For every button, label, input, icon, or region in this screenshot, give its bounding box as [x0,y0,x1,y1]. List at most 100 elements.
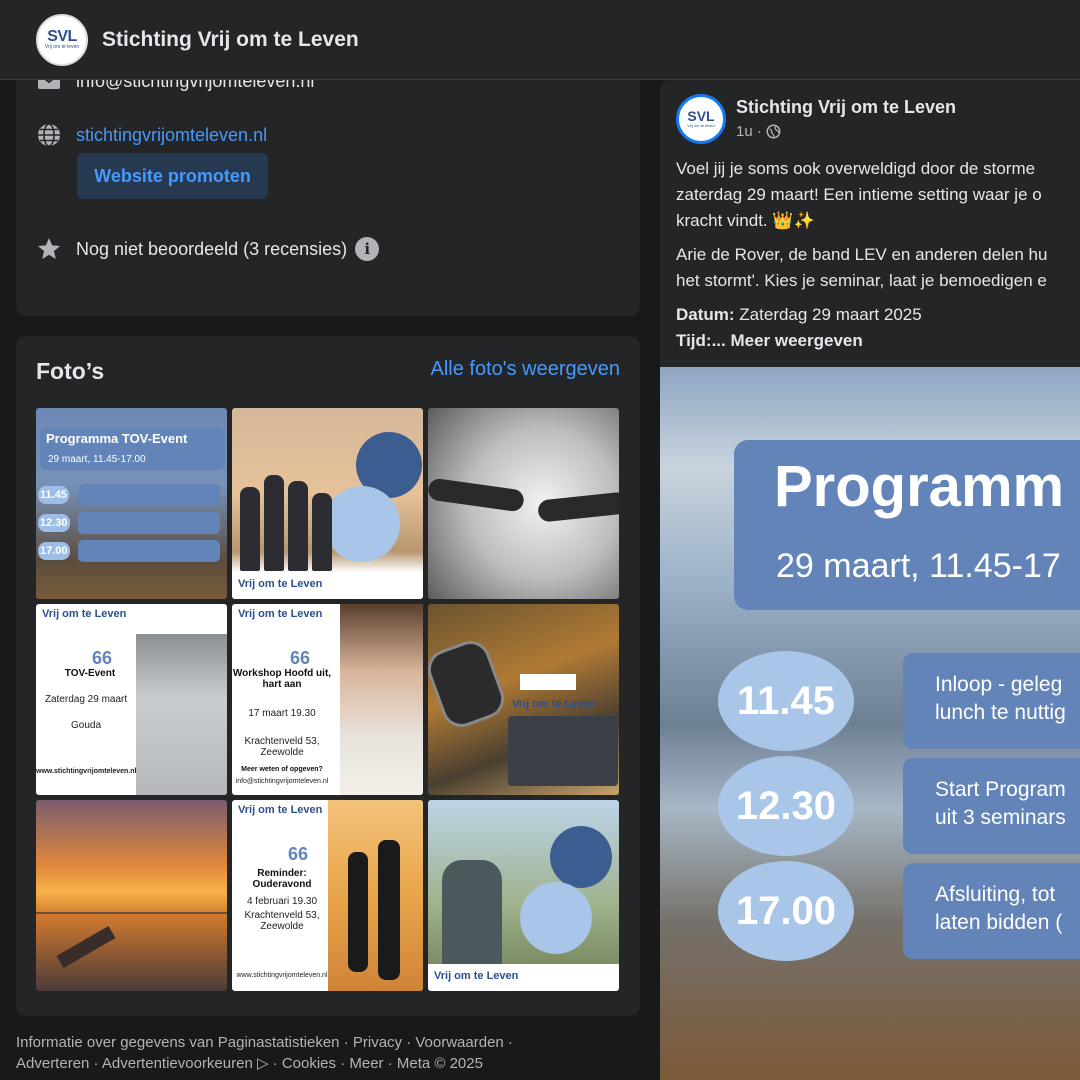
see-more-link[interactable]: ... Meer weergeven [712,331,863,350]
hand-shape [428,477,526,513]
photo-tov-event-gouda[interactable]: Vrij om te Leven 66 TOV-Event Zaterdag 2… [36,604,227,795]
photo-program-tov-event[interactable]: Programma TOV-Event 29 maart, 11.45-17.0… [36,408,227,599]
tile-place: Krachtenveld 53, Zeewolde [244,910,320,932]
brand-text: Vrij om te Leven [512,698,597,710]
photo-ouderavond[interactable]: Vrij om te Leven 66 Reminder: Ouderavond… [232,800,423,991]
tile-place: Gouda [70,720,102,731]
tile-url: www.stichtingvrijomteleven.nl [36,768,137,775]
logo-subtext: Vrij om te leven [44,44,80,50]
globe-icon [36,122,62,148]
tile-date: 4 februari 19.30 [246,896,318,907]
quote-mark: 66 [92,648,113,668]
schedule-text: Inloop - geleg [935,673,1063,696]
rating-text: Nog niet beoordeeld (3 recensies) [76,238,348,259]
brand-text: Vrij om te Leven [42,608,127,620]
post-meta: 1u · [736,123,781,140]
person-silhouette [288,481,308,571]
decor-circle [550,826,612,888]
time-badge: 17.00 [38,542,70,560]
family-photo [328,800,423,991]
photos-heading: Foto’s [36,358,105,384]
see-all-photos-link[interactable]: Alle foto's weergeven [431,358,620,381]
decor-circle [324,486,400,562]
tile-title: Workshop Hoofd uit, hart aan [232,668,332,690]
photo-grid: Programma TOV-Event 29 maart, 11.45-17.0… [36,408,620,991]
portrait-photo [340,604,423,795]
pier-shape [56,925,116,969]
horizon-line [36,912,227,914]
portrait-photo [136,634,227,795]
photo-high-five[interactable]: Vrij om te Leven [428,800,619,991]
page-header: SVL Vrij om te leven Stichting Vrij om t… [0,0,1080,80]
tile-title: TOV-Event [64,668,116,679]
tile-title: Reminder: Ouderavond [252,868,312,890]
tile-date: 17 maart 19.30 [248,708,316,719]
tile-place: Krachtenveld 53, Zeewolde [244,736,320,758]
post-text-line: Voel jij je soms ook overweldigd door de… [676,159,1036,178]
quote-mark: 66 [290,648,311,668]
tile-cta: Meer weten of opgeven? [241,766,323,773]
time-label: Tijd: [676,331,712,350]
promote-website-button[interactable]: Website promoten [77,153,268,199]
logo-subtext: Vrij om te leven [687,123,715,128]
post-author-name[interactable]: Stichting Vrij om te Leven [736,97,956,118]
brand-text: Vrij om te Leven [238,804,323,816]
brand-text: Vrij om te Leven [434,970,519,982]
time-badge: 11.45 [38,486,69,504]
page-title[interactable]: Stichting Vrij om te Leven [102,28,359,52]
quote-mark: 66 [288,844,309,864]
post-text-line: het stormt'. Kies je seminar, laat je be… [676,271,1047,290]
silhouette [378,840,400,980]
date-label: Datum: [676,305,735,324]
photo-touching-hands[interactable] [428,408,619,599]
schedule-text: uit 3 seminars [935,806,1066,829]
schedule-text: lunch te nuttig [935,701,1066,724]
schedule-text: Start Program [935,778,1066,801]
post-timestamp[interactable]: 1u · [736,123,762,140]
photo-friends-sunset[interactable]: Vrij om te Leven [232,408,423,599]
decor-circle [520,882,592,954]
tile-email: info@stichtingvrijomteleven.nl [235,778,329,785]
logo-text: SVL [47,28,77,45]
time-badge: 17.00 [718,861,854,961]
post-author-avatar[interactable]: SVL Vrij om te leven [676,94,726,144]
person-silhouette [240,487,260,571]
footer-links-line1[interactable]: Informatie over gegevens van Paginastati… [16,1032,636,1053]
photo-sunset-pier[interactable] [36,800,227,991]
website-link[interactable]: stichtingvrijomteleven.nl [76,125,267,146]
time-badge: 11.45 [718,651,854,751]
post-card: SVL Vrij om te leven Stichting Vrij om t… [660,80,1080,1080]
brand-text: Vrij om te Leven [238,578,323,590]
mixing-desk [508,716,618,786]
person-silhouette [264,475,284,571]
post-text-line: kracht vindt. 👑✨ [676,211,815,230]
schedule-box [78,540,220,562]
tile-title: Programma TOV-Event [46,431,188,446]
brand-text: Vrij om te Leven [238,608,323,620]
date-label [520,674,576,690]
tile-subtitle: 29 maart, 11.45-17.00 [48,454,146,465]
schedule-box [78,484,220,506]
website-row: stichtingvrijomteleven.nl [36,122,267,148]
info-icon[interactable]: i [355,237,380,261]
date-value: Zaterdag 29 maart 2025 [739,305,922,324]
person-silhouette [312,493,332,571]
photo-radio-studio[interactable]: Vrij om te Leven [428,604,619,795]
photos-card: Foto’s Alle foto's weergeven Programma T… [16,336,640,1016]
hand-shape [537,491,619,523]
tile-url: www.stichtingvrijomteleven.nl [236,972,328,979]
schedule-text: laten bidden ( [935,911,1063,934]
time-badge: 12.30 [718,756,854,856]
page-avatar[interactable]: SVL Vrij om te leven [36,13,88,66]
tile-date: Zaterdag 29 maart [44,694,128,705]
time-badge: 12.30 [38,514,70,532]
intro-card: info@stichtingvrijomteleven.nl stichting… [16,40,640,316]
post-image[interactable]: Programm 29 maart, 11.45-17 11.45 Inloop… [660,367,1080,1080]
star-icon [36,236,62,262]
schedule-box [78,512,220,534]
silhouette [348,852,368,972]
photo-workshop[interactable]: Vrij om te Leven 66 Workshop Hoofd uit, … [232,604,423,795]
post-text-line: Arie de Rover, de band LEV en anderen de… [676,245,1048,264]
microphone-shape [428,635,510,733]
footer-links-line2[interactable]: Adverteren · Advertentievoorkeuren ▷ · C… [16,1053,636,1074]
